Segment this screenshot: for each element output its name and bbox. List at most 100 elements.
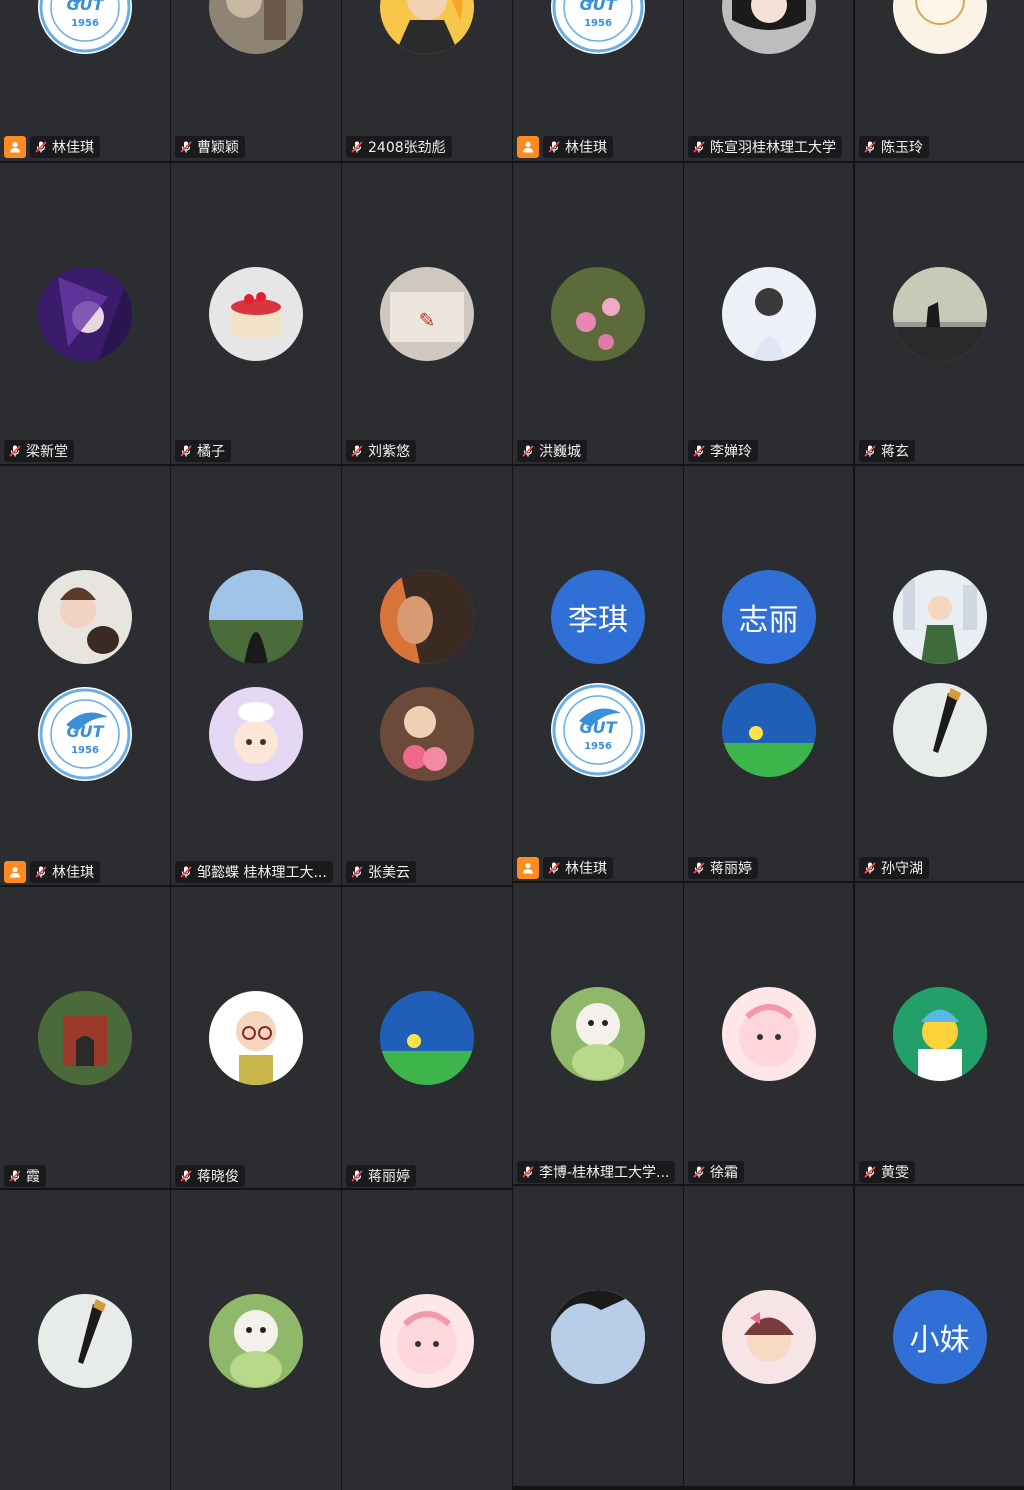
participant-name: 林佳琪	[52, 865, 94, 881]
fountain-pen-avatar-icon	[892, 683, 987, 777]
cartoon-glasses-man-avatar-icon	[209, 991, 303, 1085]
svg-text:1956: 1956	[584, 741, 612, 752]
participant-name: 李博-桂林理工大学...	[539, 1165, 670, 1181]
initials-avatar: 李琪	[551, 570, 645, 664]
participant-name: 蒋玄	[881, 444, 909, 460]
participant-tile[interactable]: 蒋玄	[855, 163, 1024, 464]
name-label: 林佳琪	[543, 857, 613, 879]
participant-name-tag: 蒋丽婷	[688, 857, 758, 879]
name-label: 蒋晓俊	[175, 1165, 245, 1187]
silhouette-sunset-avatar-icon	[892, 267, 987, 361]
participant-tile[interactable]: GUT 1956 林佳琪	[0, 0, 170, 161]
participant-tile[interactable]: 陈宣羽桂林理工大学	[684, 0, 853, 161]
participant-tile[interactable]: GUT 1956 林佳琪	[513, 0, 683, 161]
name-label: 刘紫悠	[346, 440, 416, 462]
name-label: 林佳琪	[30, 136, 100, 158]
mic-muted-icon	[180, 141, 192, 153]
svg-text:GUT: GUT	[579, 718, 617, 737]
name-label: 邹懿蝶 桂林理工大...	[175, 861, 333, 883]
participant-name: 李婵玲	[710, 444, 752, 460]
mic-muted-icon	[351, 141, 363, 153]
participant-name: 橘子	[197, 444, 225, 460]
avatar-initials-text: 李琪	[568, 603, 628, 638]
name-label: 洪巍城	[517, 440, 587, 462]
participant-tile[interactable]: 李琪 GUT 1956 林佳琪	[513, 466, 683, 881]
chinese-gate-avatar-icon	[38, 991, 132, 1085]
participant-tile[interactable]: 孙守湖	[855, 466, 1024, 881]
participant-tile[interactable]: 志丽 蒋丽婷	[684, 466, 853, 881]
participant-tile[interactable]: 李婵玲	[684, 163, 853, 464]
participant-tile[interactable]	[513, 1186, 683, 1486]
participant-tile[interactable]: 梁新堂	[0, 163, 170, 464]
host-user-icon	[517, 136, 539, 158]
participant-name-tag: 林佳琪	[4, 136, 100, 158]
initials-avatar: 小妹	[892, 1290, 987, 1384]
participant-name-tag: 蒋晓俊	[175, 1165, 245, 1187]
participant-tile[interactable]: 小妹	[855, 1186, 1024, 1486]
mic-muted-icon	[864, 862, 876, 874]
participant-tile[interactable]: 曹颖颖	[171, 0, 341, 161]
participant-tile[interactable]: GUT 1956 林佳琪	[0, 466, 170, 885]
participant-name: 2408张劲彪	[368, 140, 446, 156]
participant-tile[interactable]: 霞	[0, 887, 170, 1188]
cartoon-man-city-avatar-icon	[892, 570, 987, 664]
participant-tile[interactable]	[342, 1190, 512, 1490]
participant-tile[interactable]: 2408张劲彪	[342, 0, 512, 161]
participant-tile[interactable]: 洪巍城	[513, 163, 683, 464]
svg-text:1956: 1956	[71, 18, 99, 29]
participant-tile[interactable]: 邹懿蝶 桂林理工大...	[171, 466, 341, 885]
gut-university-logo-icon: GUT 1956	[551, 0, 645, 54]
name-label: 霞	[4, 1165, 46, 1187]
participant-name-tag: 陈玉玲	[859, 136, 929, 158]
participant-tile[interactable]	[171, 1190, 341, 1490]
participant-tile[interactable]: 李博-桂林理工大学...	[513, 883, 683, 1184]
gut-university-logo-icon: GUT 1956	[551, 683, 645, 777]
participant-tile[interactable]: 陈玉玲	[855, 0, 1024, 161]
participant-name-tag: 蒋丽婷	[346, 1165, 416, 1187]
name-label: 梁新堂	[4, 440, 74, 462]
participant-name-tag: 林佳琪	[517, 136, 613, 158]
participant-tile[interactable]: 蒋丽婷	[342, 887, 512, 1188]
mic-muted-icon	[351, 445, 363, 457]
participant-name: 洪巍城	[539, 444, 581, 460]
name-label: 橘子	[175, 440, 231, 462]
mic-muted-icon	[180, 1170, 192, 1182]
participant-name: 陈玉玲	[881, 140, 923, 156]
pink-blob-avatar-icon	[380, 1294, 474, 1388]
participant-name: 林佳琪	[565, 861, 607, 877]
svg-text:GUT: GUT	[579, 0, 617, 14]
gut-university-logo-icon: GUT 1956	[38, 687, 132, 781]
participant-name: 梁新堂	[26, 444, 68, 460]
participant-name-tag: 李婵玲	[688, 440, 758, 462]
participant-name: 霞	[26, 1169, 40, 1185]
participant-name-tag: 黄雯	[859, 1161, 915, 1183]
cartoon-girl-bow-avatar-icon	[721, 1290, 816, 1384]
participant-tile[interactable]: 橘子	[171, 163, 341, 464]
girl-back-avatar-icon	[721, 267, 816, 361]
mic-muted-icon	[693, 1166, 705, 1178]
svg-text:GUT: GUT	[66, 0, 104, 14]
name-label: 2408张劲彪	[346, 136, 452, 158]
participant-tile[interactable]: 张美云	[342, 466, 512, 885]
girl-flowers-avatar-icon	[380, 687, 474, 781]
participant-tile[interactable]	[684, 1186, 853, 1486]
participant-name-tag: 邹懿蝶 桂林理工大...	[175, 861, 333, 883]
svg-text:✎: ✎	[419, 308, 436, 332]
participant-name-tag: 孙守湖	[859, 857, 929, 879]
participant-tile[interactable]: 蒋晓俊	[171, 887, 341, 1188]
mic-muted-icon	[9, 1170, 21, 1182]
name-label: 陈宣羽桂林理工大学	[688, 136, 842, 158]
firefly-night-avatar-icon	[380, 991, 474, 1085]
participant-tile[interactable]: 徐霜	[684, 883, 853, 1184]
name-label: 陈玉玲	[859, 136, 929, 158]
participant-tile[interactable]: ✎ 刘紫悠	[342, 163, 512, 464]
mic-muted-icon	[9, 445, 21, 457]
cartoon-duck-girl-avatar-icon	[209, 687, 303, 781]
participant-name: 林佳琪	[52, 140, 94, 156]
mic-muted-icon	[180, 866, 192, 878]
name-label: 林佳琪	[30, 861, 100, 883]
participant-tile[interactable]: 黄雯	[855, 883, 1024, 1184]
participant-name-tag: 曹颖颖	[175, 136, 245, 158]
participant-name: 邹懿蝶 桂林理工大...	[197, 865, 327, 881]
participant-tile[interactable]	[0, 1190, 170, 1490]
